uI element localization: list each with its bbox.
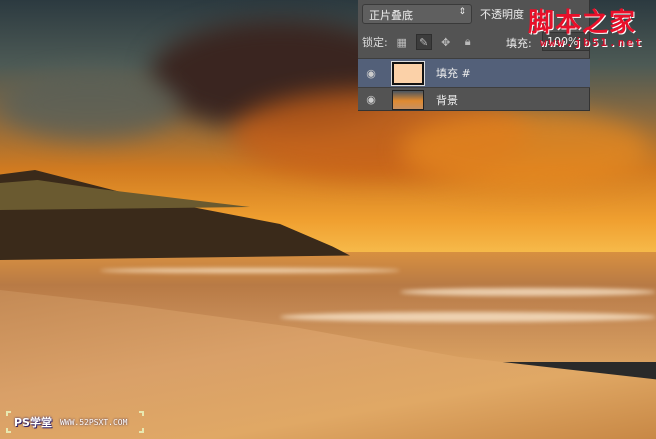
visibility-eye-icon[interactable]: ◉ [358,67,384,80]
select-arrows-icon: ⇕ [458,7,466,17]
site-watermark: 脚本之家 [528,8,637,38]
ps-watermark: PS学堂 WWW.52PSXT.COM [6,411,144,433]
layer-thumbnail [392,89,424,110]
visibility-eye-icon[interactable]: ◉ [358,93,384,106]
opacity-label: 不透明度 [480,8,524,21]
blend-mode-select[interactable]: 正片叠底 ⇕ [362,4,472,24]
layer-row-fill[interactable]: ◉ 填充 # [358,58,590,87]
layer-row-background[interactable]: ◉ 背景 [358,87,590,111]
layer-name: 背景 [436,93,458,107]
lock-transparent-pixels-icon[interactable]: ▦ [394,34,410,50]
wave [280,312,656,322]
ps-url: WWW.52PSXT.COM [59,417,128,427]
layer-thumbnail [391,60,425,86]
lock-all-icon[interactable]: 🔒︎ [460,34,476,50]
lock-label: 锁定: [362,36,388,49]
blend-mode-value: 正片叠底 [369,9,413,22]
cloud [400,110,650,190]
layer-name: 填充 # [436,67,471,80]
wave [400,288,656,296]
site-watermark-url: www.jb51.net [540,36,644,49]
lock-position-icon[interactable]: ✥ [438,34,454,50]
cloud [0,70,180,140]
lock-image-pixels-icon[interactable]: ✎ [415,34,432,50]
ps-logo: PS学堂 [14,416,52,429]
wave [100,268,400,273]
